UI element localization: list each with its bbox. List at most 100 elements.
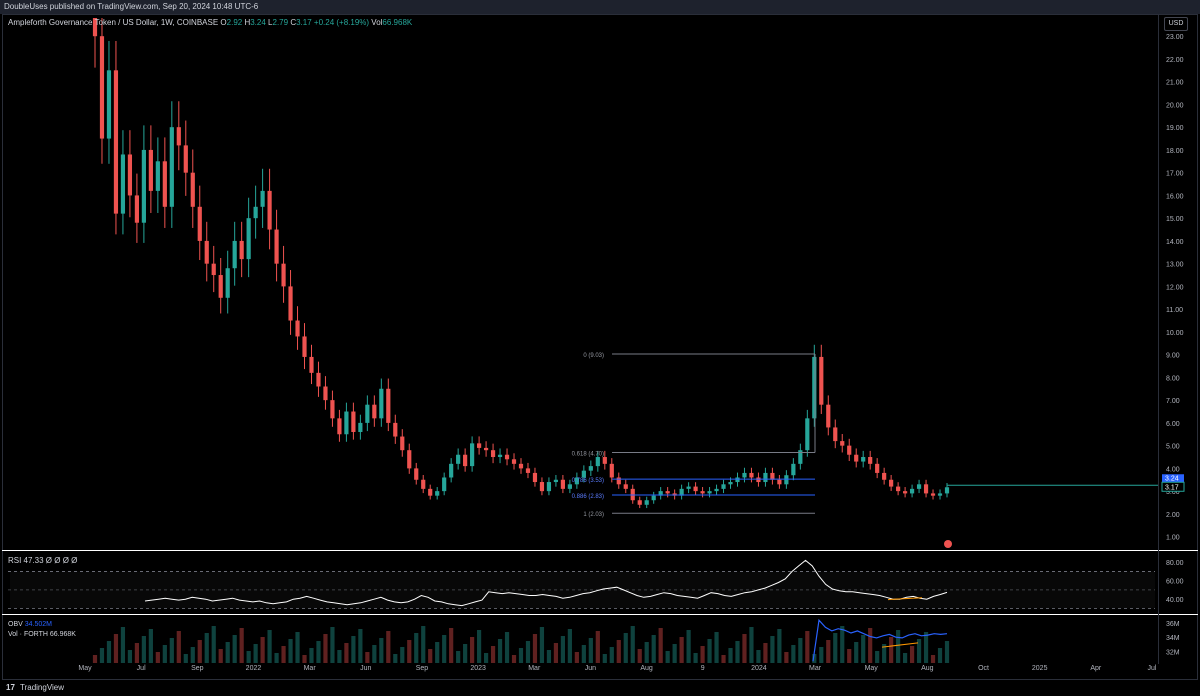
candle-body [288, 286, 293, 321]
volume-bar [679, 637, 684, 663]
obv-value: 34.502M [24, 621, 52, 628]
volume-bar [525, 641, 531, 663]
candle-body [421, 479, 426, 489]
volume-bar [351, 636, 356, 663]
rsi-tick-label: 60.00 [1166, 579, 1184, 586]
candle-body [637, 500, 642, 505]
volume-bar [868, 628, 873, 663]
price-tick-label: 8.00 [1166, 375, 1180, 382]
time-tick-label: 2023 [470, 665, 486, 672]
candle-body [651, 495, 656, 501]
volume-bar [798, 638, 803, 663]
candle-body [407, 450, 412, 469]
candle-body [148, 149, 153, 191]
price-tick-label: 6.00 [1166, 421, 1180, 428]
candle-body [763, 472, 768, 483]
tradingview-brand[interactable]: TradingView [20, 683, 64, 692]
candle-body [546, 482, 552, 492]
price-tick-label: 16.00 [1166, 193, 1184, 200]
time-tick-label: Aug [640, 665, 653, 672]
volume-bar [784, 652, 789, 663]
volume-bar [770, 636, 775, 663]
price-tick-label: 17.00 [1166, 171, 1184, 178]
volume-bar [609, 647, 614, 663]
volume-bar [714, 632, 719, 663]
volume-bar [539, 627, 545, 663]
candle-body [560, 479, 565, 489]
candle-body [106, 70, 112, 139]
volume-bar [847, 649, 852, 663]
obv-tick-label: 34M [1166, 635, 1180, 642]
volume-bar [644, 642, 649, 663]
candle-body [791, 463, 796, 476]
volume-bar [567, 629, 572, 663]
candle-body [903, 491, 908, 494]
volume-bar [777, 629, 782, 663]
volume-bar [428, 649, 433, 663]
volume-bar [99, 648, 105, 663]
candle-body [616, 477, 621, 485]
volume-bar [295, 632, 300, 663]
candle-body [665, 491, 670, 494]
candle-body [889, 479, 894, 487]
obv-volume-legend: OBV 34.502M Vol · FORTH 66.968K [8, 620, 76, 640]
volume-bar [616, 640, 621, 663]
candle-body [274, 229, 279, 264]
volume-bar [365, 652, 370, 663]
time-tick-label: Aug [921, 665, 934, 672]
time-tick-label: Jul [1148, 665, 1157, 672]
candle-body [365, 404, 370, 423]
candle-body [532, 472, 538, 483]
volume-bar [937, 648, 943, 663]
candle-body [504, 454, 510, 460]
volume-bar [875, 651, 880, 663]
volume-bar [672, 644, 677, 663]
candle-body [120, 154, 126, 214]
chart-canvas[interactable]: 23.00 22.00 21.00 20.00 19.00 18.00 17.00 16.00… [0, 0, 1200, 696]
volume-bar [658, 628, 663, 663]
candle-body [916, 484, 922, 489]
volume-bar [435, 642, 440, 663]
candle-body [435, 491, 440, 496]
candle-body [211, 263, 216, 276]
candle-body [176, 127, 181, 146]
volume-bar [302, 655, 307, 663]
candle-body [225, 268, 230, 298]
currency-button[interactable]: USD [1164, 17, 1188, 31]
candle-body [644, 500, 649, 505]
vol-legend-row: Vol · FORTH 66.968K [8, 630, 76, 640]
candle-body [623, 484, 628, 489]
volume-bar [693, 653, 698, 663]
candle-body [414, 468, 419, 480]
volume-bar [896, 630, 901, 663]
volume-bar [504, 632, 510, 663]
volume-bar [700, 646, 705, 663]
price-tick-label: 23.00 [1166, 34, 1184, 41]
tradingview-logo-icon[interactable]: 17 [6, 683, 15, 692]
volume-bar [260, 637, 265, 663]
candle-body [923, 484, 929, 494]
price-tick-label: 4.00 [1166, 466, 1180, 473]
candle-body [539, 482, 545, 492]
volume-bar [553, 643, 559, 663]
time-tick-label: Mar [809, 665, 822, 672]
volume-bar [861, 635, 866, 663]
candle-body [819, 356, 824, 405]
volume-value: 66.968K [382, 18, 413, 27]
volume-bar [728, 648, 733, 663]
volume-bar [686, 630, 691, 663]
rsi-legend: RSI 47.33 Ø Ø Ø Ø [8, 556, 78, 565]
time-tick-label: Sep [191, 665, 204, 672]
volume-bar [176, 631, 181, 663]
volume-bar [386, 631, 391, 663]
candle-body [847, 445, 852, 455]
volume-bar [141, 636, 146, 663]
volume-bar [623, 633, 628, 663]
volume-bar [490, 646, 496, 663]
volume-bar [421, 626, 426, 663]
low-value: 2.79 [272, 18, 289, 27]
current-price-label: 3.17 [1165, 484, 1179, 491]
volume-bar [483, 653, 489, 663]
time-tick-label: Jul [137, 665, 146, 672]
volume-bar [588, 638, 593, 663]
